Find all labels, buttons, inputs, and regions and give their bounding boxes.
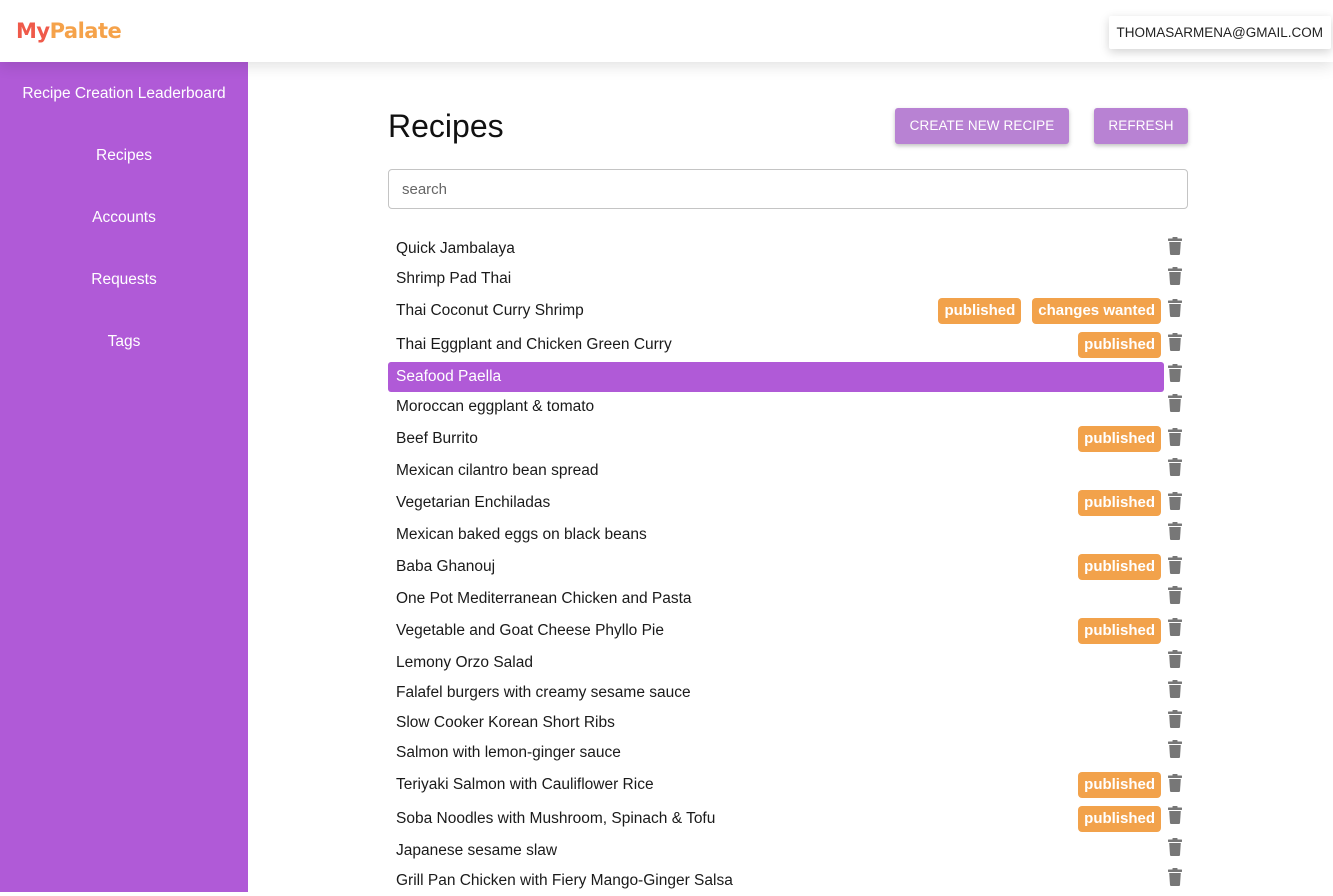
status-badge: published [1078,618,1161,644]
recipe-name: Quick Jambalaya [396,240,515,257]
trash-icon[interactable] [1168,680,1182,702]
trash-icon[interactable] [1168,556,1182,578]
page-title: Recipes [388,108,504,144]
recipe-row[interactable]: Teriyaki Salmon with Cauliflower Rice pub… [388,770,1164,800]
recipe-row[interactable]: Japanese sesame slaw [388,836,1164,866]
status-badge: published [1078,772,1161,798]
trash-icon[interactable] [1168,492,1182,514]
recipe-row[interactable]: Mexican baked eggs on black beans [388,520,1164,550]
status-badge: published [1078,426,1161,452]
trash-icon[interactable] [1168,838,1182,860]
trash-icon[interactable] [1168,522,1182,544]
recipe-name: Teriyaki Salmon with Cauliflower Rice [396,776,654,793]
status-badges: published [1078,332,1161,358]
logo-part-palate: Palate [49,19,122,43]
status-badges: published changes wanted [938,298,1161,324]
recipe-row[interactable]: Seafood Paella [388,362,1164,392]
recipe-name: Thai Eggplant and Chicken Green Curry [396,336,672,353]
recipe-name: Falafel burgers with creamy sesame sauce [396,684,691,701]
status-badges: published [1078,426,1161,452]
recipe-row[interactable]: Mexican cilantro bean spread [388,456,1164,486]
trash-icon[interactable] [1168,428,1182,450]
recipe-row[interactable]: Shrimp Pad Thai [388,264,1164,294]
top-bar: MyPalate THOMASARMENA@GMAIL.COM [0,0,1333,62]
search-input[interactable] [388,169,1188,209]
status-badge: published [1078,332,1161,358]
sidebar-item-requests[interactable]: Requests [0,268,248,292]
status-badge: published [1078,806,1161,832]
status-badges: published [1078,490,1161,516]
mypalate-logo[interactable]: MyPalate [16,17,122,45]
recipe-row[interactable]: Thai Eggplant and Chicken Green Curry pub… [388,330,1164,360]
refresh-button[interactable]: REFRESH [1094,108,1188,144]
trash-icon[interactable] [1168,618,1182,640]
recipe-row[interactable]: Quick Jambalaya [388,234,1164,264]
status-badges: published [1078,772,1161,798]
recipe-name: Salmon with lemon-ginger sauce [396,744,621,761]
trash-icon[interactable] [1168,774,1182,796]
trash-icon[interactable] [1168,267,1182,289]
sidebar-item-recipes[interactable]: Recipes [0,144,248,168]
logo-part-my: My [16,19,50,43]
status-badge: published [1078,554,1161,580]
status-badge: published [938,298,1022,324]
recipe-name: Beef Burrito [396,430,478,447]
recipe-row[interactable]: Vegetarian Enchiladas published [388,488,1164,518]
recipe-name: Soba Noodles with Mushroom, Spinach & To… [396,810,716,827]
recipe-name: Baba Ghanouj [396,558,496,575]
recipe-name: Seafood Paella [396,368,502,385]
recipe-row[interactable]: Falafel burgers with creamy sesame sauce [388,678,1164,708]
status-badge: changes wanted [1032,298,1161,324]
status-badge: published [1078,490,1161,516]
trash-icon[interactable] [1168,458,1182,480]
recipe-row[interactable]: Lemony Orzo Salad [388,648,1164,678]
sidebar-item-accounts[interactable]: Accounts [0,206,248,230]
trash-icon[interactable] [1168,394,1182,416]
trash-icon[interactable] [1168,806,1182,828]
account-email-button[interactable]: THOMASARMENA@GMAIL.COM [1108,16,1331,49]
recipe-row[interactable]: Beef Burrito published [388,424,1164,454]
recipe-name: Japanese sesame slaw [396,842,558,859]
create-new-recipe-button[interactable]: CREATE NEW RECIPE [895,108,1069,144]
trash-icon[interactable] [1168,237,1182,259]
recipe-name: Mexican cilantro bean spread [396,462,599,479]
recipe-name: Vegetarian Enchiladas [396,494,551,511]
recipe-row[interactable]: Moroccan eggplant & tomato [388,392,1164,422]
recipe-row[interactable]: Salmon with lemon-ginger sauce [388,738,1164,768]
status-badges: published [1078,554,1161,580]
recipe-row[interactable]: One Pot Mediterranean Chicken and Pasta [388,584,1164,614]
recipe-row[interactable]: Thai Coconut Curry Shrimp published change… [388,296,1164,326]
recipe-name: Shrimp Pad Thai [396,270,512,287]
sidebar-item-leaderboard[interactable]: Recipe Creation Leaderboard [0,82,248,106]
status-badges: published [1078,618,1161,644]
recipe-name: Thai Coconut Curry Shrimp [396,302,584,319]
sidebar-item-tags[interactable]: Tags [0,330,248,354]
trash-icon[interactable] [1168,333,1182,355]
sidebar: Recipe Creation Leaderboard Recipes Acco… [0,62,248,892]
recipe-row[interactable]: Vegetable and Goat Cheese Phyllo Pie publ… [388,616,1164,646]
recipe-name: Mexican baked eggs on black beans [396,526,647,543]
trash-icon[interactable] [1168,364,1182,386]
status-badges: published [1078,806,1161,832]
recipe-name: One Pot Mediterranean Chicken and Pasta [396,590,692,607]
trash-icon[interactable] [1168,740,1182,762]
trash-icon[interactable] [1168,710,1182,732]
recipe-row[interactable]: Baba Ghanouj published [388,552,1164,582]
recipe-name: Slow Cooker Korean Short Ribs [396,714,615,731]
recipe-row[interactable]: Slow Cooker Korean Short Ribs [388,708,1164,738]
trash-icon[interactable] [1168,650,1182,672]
recipe-name: Vegetable and Goat Cheese Phyllo Pie [396,622,664,639]
trash-icon[interactable] [1168,868,1182,890]
recipe-name: Lemony Orzo Salad [396,654,533,671]
trash-icon[interactable] [1168,586,1182,608]
trash-icon[interactable] [1168,299,1182,321]
recipe-row[interactable]: Soba Noodles with Mushroom, Spinach & To… [388,804,1164,834]
recipe-name: Moroccan eggplant & tomato [396,398,595,415]
